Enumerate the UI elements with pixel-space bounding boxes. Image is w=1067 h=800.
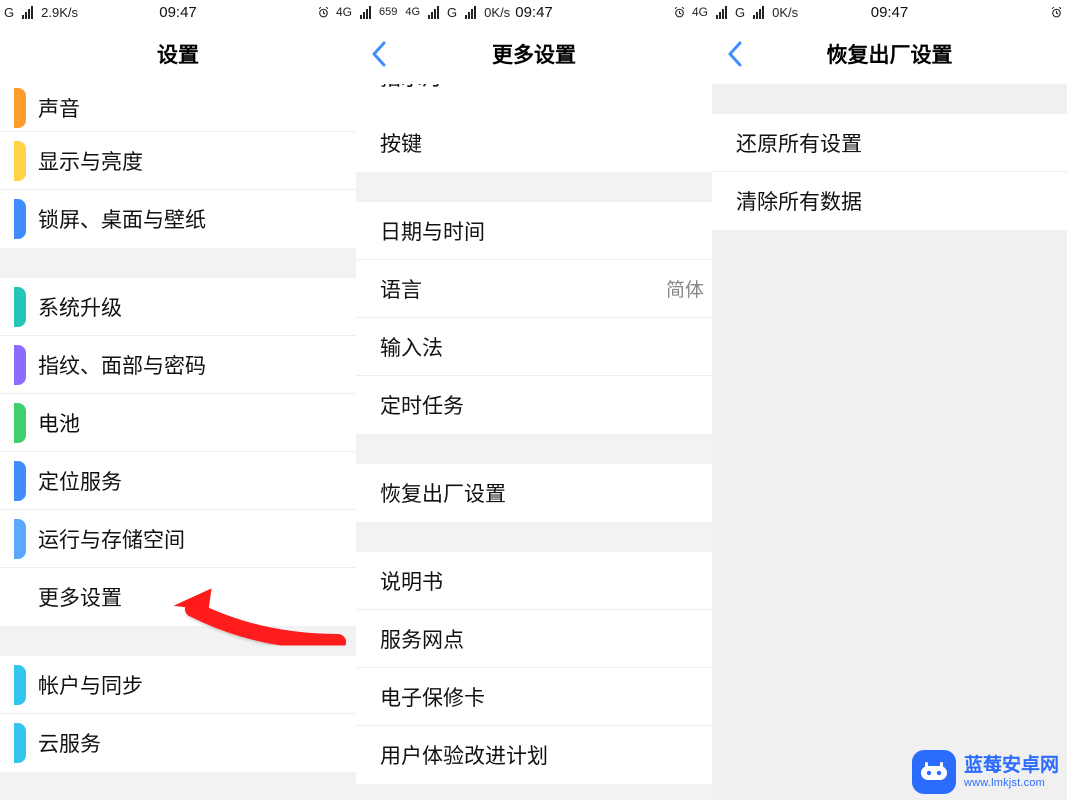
sound-icon: [14, 88, 26, 128]
list-item-location[interactable]: 定位服务: [0, 452, 356, 510]
num-label: 659: [379, 6, 397, 18]
label-sound: 声音: [38, 93, 356, 123]
label-lockscreen: 锁屏、桌面与壁纸: [38, 204, 356, 234]
battery-icon: [14, 403, 26, 443]
4g-label: 4G: [405, 6, 420, 18]
list-item-display[interactable]: 显示与亮度: [0, 132, 356, 190]
list-item-language[interactable]: 语言 简体: [356, 260, 712, 318]
watermark-logo-icon: [912, 750, 956, 794]
storage-icon: [14, 519, 26, 559]
list-item-more-settings[interactable]: 更多设置: [0, 568, 356, 626]
watermark-url: www.lmkjst.com: [964, 777, 1059, 790]
list-item-ux-program[interactable]: 用户体验改进计划: [356, 726, 712, 784]
list-item-lockscreen[interactable]: 锁屏、桌面与壁纸: [0, 190, 356, 248]
list-item-restore-all[interactable]: 还原所有设置: [712, 114, 1067, 172]
right-4g-label: 4G: [692, 5, 708, 19]
clock-label: 09:47: [159, 4, 197, 21]
watermark: 蓝莓安卓网 www.lmkjst.com: [912, 750, 1059, 794]
status-bar: G 0K/s 09:47: [712, 0, 1067, 24]
back-button[interactable]: [726, 41, 744, 67]
right-4g-label: 4G: [336, 5, 352, 19]
list-item-schedule[interactable]: 定时任务: [356, 376, 712, 434]
watermark-title: 蓝莓安卓网: [964, 755, 1059, 777]
cloud-icon: [14, 723, 26, 763]
list-item-indicator[interactable]: 指示灯: [356, 84, 712, 114]
alarm-icon: [317, 6, 330, 19]
clock-label: 09:47: [871, 4, 909, 21]
list-item-keys[interactable]: 按键: [356, 114, 712, 172]
display-icon: [14, 141, 26, 181]
list-item-ime[interactable]: 输入法: [356, 318, 712, 376]
alarm-icon: [673, 6, 686, 19]
signal-icon: [753, 6, 764, 19]
signal-icon: [360, 6, 371, 19]
list-item-service[interactable]: 服务网点: [356, 610, 712, 668]
page-title: 设置: [0, 39, 356, 69]
signal-icon: [428, 6, 439, 19]
network-type-label: G: [735, 5, 745, 20]
list-item-sound[interactable]: 声音: [0, 84, 356, 132]
list-item-fingerprint[interactable]: 指纹、面部与密码: [0, 336, 356, 394]
page-title: 更多设置: [356, 39, 712, 69]
signal-icon: [465, 6, 476, 19]
network-speed-label: 0K/s: [772, 5, 798, 20]
page-title: 恢复出厂设置: [712, 39, 1067, 69]
list-item-ewarranty[interactable]: 电子保修卡: [356, 668, 712, 726]
list-item-clear-all[interactable]: 清除所有数据: [712, 172, 1067, 230]
factory-reset-panel: G 0K/s 09:47 恢复出厂设置 还原所有设置 清除所有数据: [712, 0, 1067, 800]
alarm-icon: [1050, 6, 1063, 19]
network-type-label: G: [447, 5, 457, 20]
nav-bar: 设置: [0, 24, 356, 84]
network-speed-label: 2.9K/s: [41, 5, 78, 20]
list-item-factory-reset[interactable]: 恢复出厂设置: [356, 464, 712, 522]
settings-panel: G 2.9K/s 09:47 4G 设置 声音 显示与亮度: [0, 0, 356, 800]
location-icon: [14, 461, 26, 501]
signal-icon: [716, 6, 727, 19]
more-icon: [14, 577, 26, 617]
list-item-cloud[interactable]: 云服务: [0, 714, 356, 772]
list-item-system-update[interactable]: 系统升级: [0, 278, 356, 336]
back-button[interactable]: [370, 41, 388, 67]
update-icon: [14, 287, 26, 327]
label-display: 显示与亮度: [38, 146, 356, 176]
more-settings-panel: 659 4G G 0K/s 09:47 4G 更多设置: [356, 0, 712, 800]
status-bar: G 2.9K/s 09:47 4G: [0, 0, 356, 24]
signal-icon: [22, 6, 33, 19]
list-item-datetime[interactable]: 日期与时间: [356, 202, 712, 260]
fingerprint-icon: [14, 345, 26, 385]
account-icon: [14, 665, 26, 705]
list-item-manual[interactable]: 说明书: [356, 552, 712, 610]
list-item-storage[interactable]: 运行与存储空间: [0, 510, 356, 568]
status-bar: 659 4G G 0K/s 09:47 4G: [356, 0, 712, 24]
list-item-battery[interactable]: 电池: [0, 394, 356, 452]
lockscreen-icon: [14, 199, 26, 239]
clock-label: 09:47: [515, 4, 553, 21]
network-speed-label: 0K/s: [484, 5, 510, 20]
nav-bar: 更多设置: [356, 24, 712, 84]
network-type-label: G: [4, 5, 14, 20]
list-item-account-sync[interactable]: 帐户与同步: [0, 656, 356, 714]
language-current-value: 简体: [666, 275, 712, 302]
nav-bar: 恢复出厂设置: [712, 24, 1067, 84]
